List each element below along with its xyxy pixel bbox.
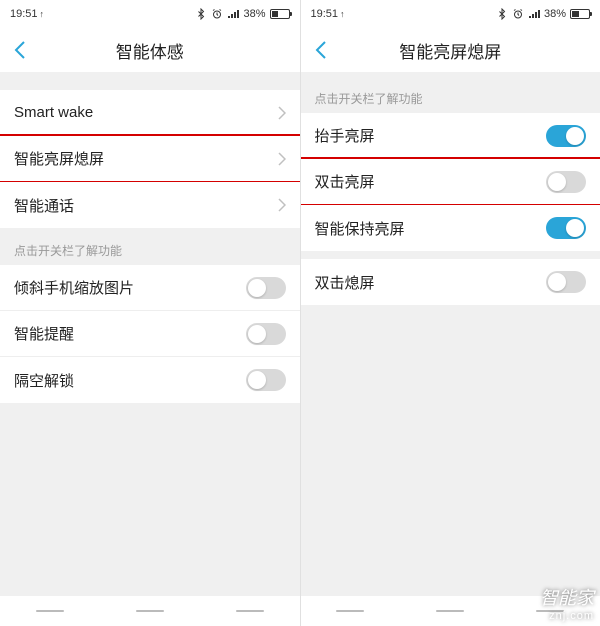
row-label: Smart wake <box>14 104 278 121</box>
row-label: 智能保持亮屏 <box>315 218 547 239</box>
row-smart-screen[interactable]: 智能亮屏熄屏 <box>0 136 300 182</box>
toggle-switch[interactable] <box>246 277 286 299</box>
bluetooth-icon <box>195 8 207 20</box>
upload-icon: ↑ <box>340 9 345 19</box>
row-smart-call[interactable]: 智能通话 <box>0 182 300 228</box>
back-button[interactable] <box>0 40 40 60</box>
row-label: 智能亮屏熄屏 <box>14 148 278 169</box>
row-double-tap-off[interactable]: 双击熄屏 <box>301 259 600 305</box>
page-title: 智能亮屏熄屏 <box>301 38 600 63</box>
status-bar: 19:51 ↑ 38% <box>301 0 600 28</box>
section-label: 点击开关栏了解功能 <box>0 228 300 265</box>
watermark: 智能家 znj.com <box>540 584 594 622</box>
nav-home[interactable] <box>136 610 164 612</box>
signal-icon <box>227 8 239 20</box>
toggle-switch[interactable] <box>546 125 586 147</box>
row-label: 隔空解锁 <box>14 370 246 391</box>
toggle-switch[interactable] <box>546 171 586 193</box>
toggle-switch[interactable] <box>246 323 286 345</box>
row-label: 智能提醒 <box>14 323 246 344</box>
back-button[interactable] <box>301 40 341 60</box>
nav-back[interactable] <box>236 610 264 612</box>
toggle-group-1: 抬手亮屏 双击亮屏 智能保持亮屏 <box>301 113 600 251</box>
chevron-right-icon <box>278 106 286 120</box>
battery-pct: 38% <box>243 8 265 20</box>
battery-pct: 38% <box>544 8 566 20</box>
row-label: 双击熄屏 <box>315 272 547 293</box>
row-smart-reminder[interactable]: 智能提醒 <box>0 311 300 357</box>
nav-bar <box>0 596 300 626</box>
alarm-icon <box>211 8 223 20</box>
header: 智能亮屏熄屏 <box>301 28 600 72</box>
toggle-switch[interactable] <box>546 271 586 293</box>
nav-recent[interactable] <box>36 610 64 612</box>
status-time: 19:51 <box>10 8 38 20</box>
nav-recent[interactable] <box>336 610 364 612</box>
phone-left: 19:51 ↑ 38% 智能体感 Smart wake <box>0 0 300 626</box>
battery-icon <box>570 9 590 19</box>
chevron-right-icon <box>278 152 286 166</box>
header: 智能体感 <box>0 28 300 72</box>
chevron-right-icon <box>278 198 286 212</box>
bluetooth-icon <box>496 8 508 20</box>
row-label: 倾斜手机缩放图片 <box>14 277 246 298</box>
row-label: 双击亮屏 <box>315 171 547 192</box>
nav-home[interactable] <box>436 610 464 612</box>
toggle-switch[interactable] <box>246 369 286 391</box>
toggle-group-2: 双击熄屏 <box>301 259 600 305</box>
battery-icon <box>270 9 290 19</box>
row-smart-wake[interactable]: Smart wake <box>0 90 300 136</box>
row-double-tap-wake[interactable]: 双击亮屏 <box>301 159 600 205</box>
row-tilt-zoom[interactable]: 倾斜手机缩放图片 <box>0 265 300 311</box>
page-title: 智能体感 <box>0 38 300 63</box>
signal-icon <box>528 8 540 20</box>
phone-right: 19:51 ↑ 38% 智能亮屏熄屏 点击开关栏了解功能 抬手亮屏 <box>300 0 600 626</box>
toggle-switch[interactable] <box>546 217 586 239</box>
upload-icon: ↑ <box>40 9 45 19</box>
nav-group: Smart wake 智能亮屏熄屏 智能通话 <box>0 90 300 228</box>
status-time: 19:51 <box>311 8 339 20</box>
row-label: 智能通话 <box>14 195 278 216</box>
row-raise-wake[interactable]: 抬手亮屏 <box>301 113 600 159</box>
row-label: 抬手亮屏 <box>315 125 547 146</box>
section-label: 点击开关栏了解功能 <box>301 72 600 113</box>
row-air-unlock[interactable]: 隔空解锁 <box>0 357 300 403</box>
toggle-group: 倾斜手机缩放图片 智能提醒 隔空解锁 <box>0 265 300 403</box>
status-bar: 19:51 ↑ 38% <box>0 0 300 28</box>
row-smart-keep-on[interactable]: 智能保持亮屏 <box>301 205 600 251</box>
alarm-icon <box>512 8 524 20</box>
